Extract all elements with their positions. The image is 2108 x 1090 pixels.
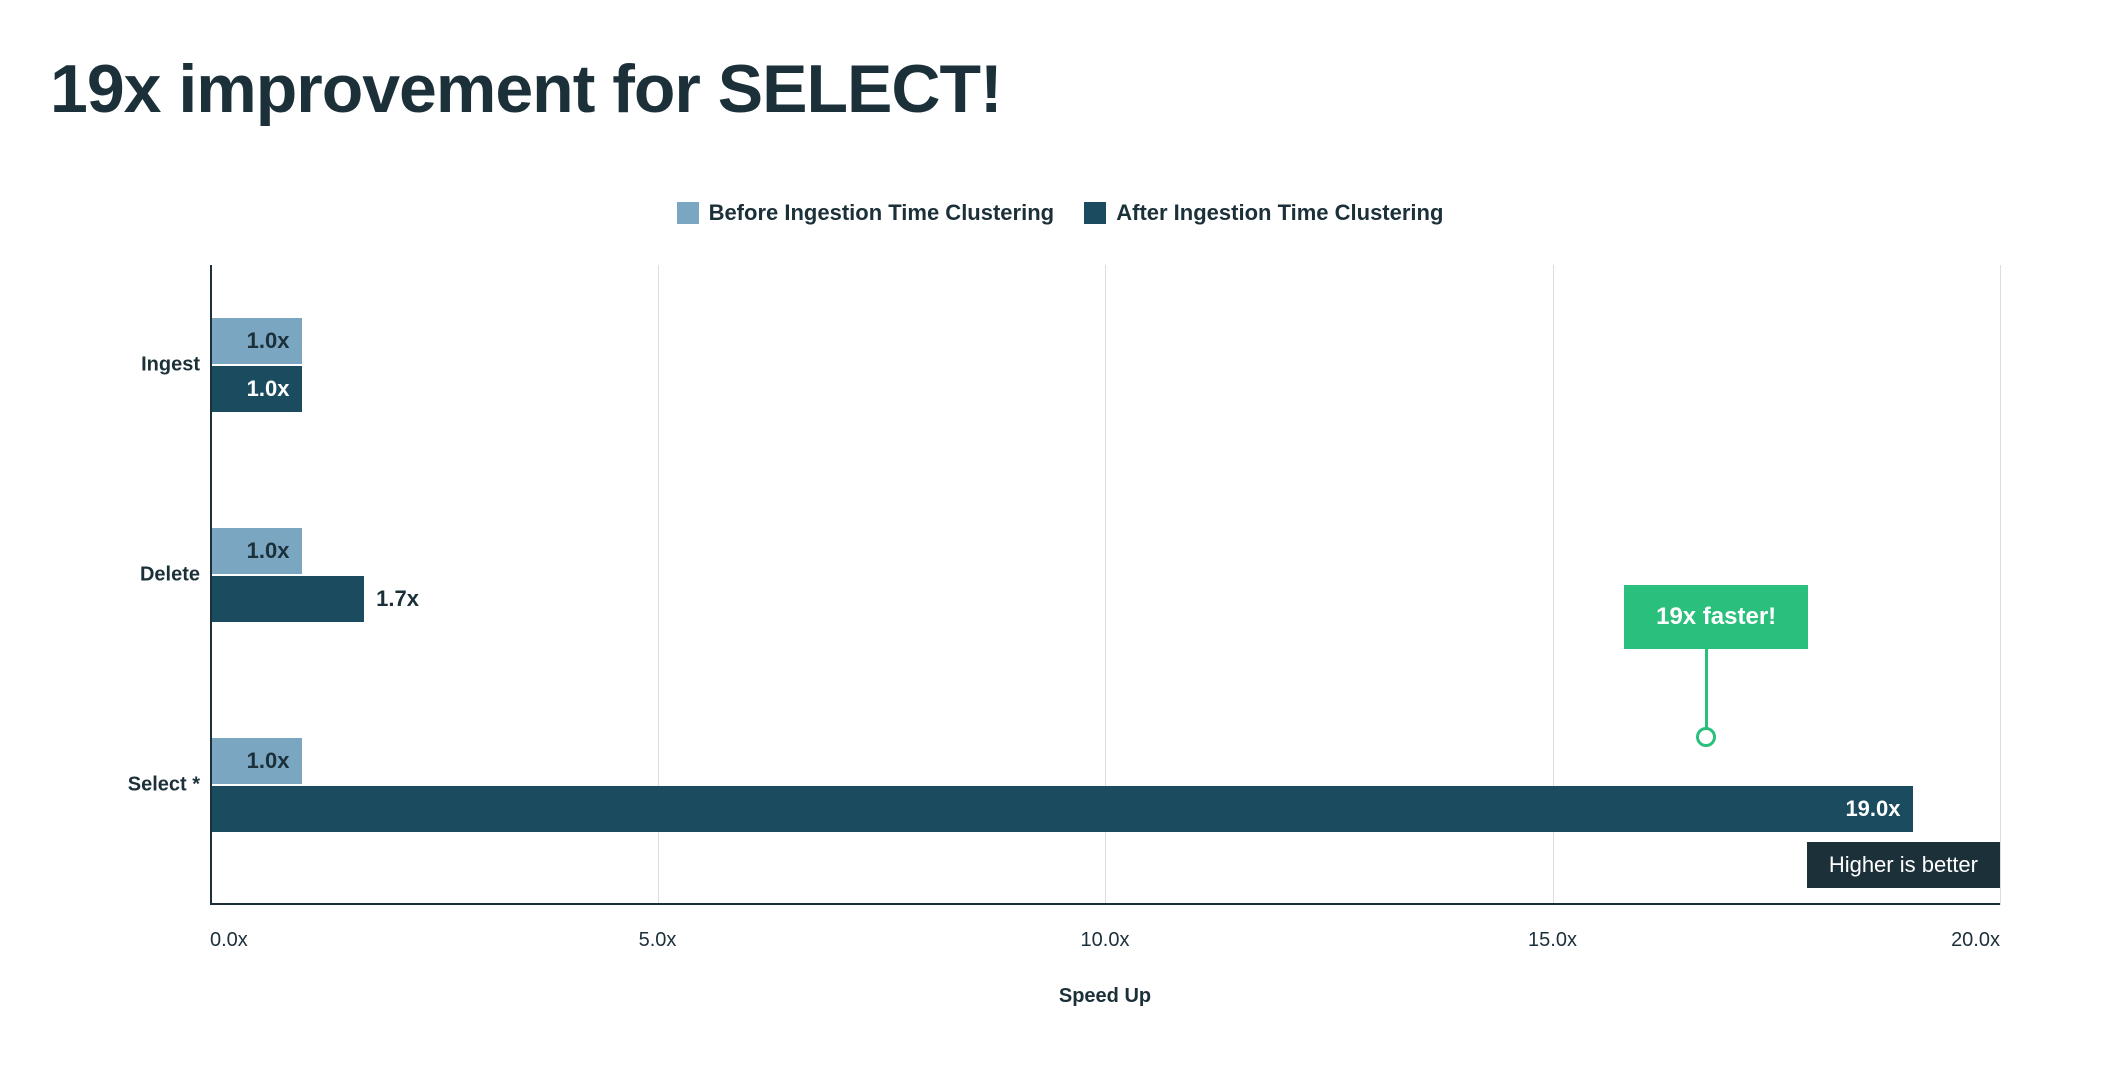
- legend: Before Ingestion Time Clustering After I…: [120, 200, 2000, 230]
- y-tick-select: Select *: [115, 774, 200, 797]
- legend-swatch-before: [677, 202, 699, 224]
- bar-delete-after: 1.7x: [212, 576, 364, 622]
- bar-ingest-before: 1.0x: [212, 318, 302, 364]
- bar-label: 1.0x: [247, 376, 290, 402]
- page: 19x improvement for SELECT! Before Inges…: [0, 0, 2108, 1090]
- y-tick-ingest: Ingest: [115, 354, 200, 377]
- chart: Before Ingestion Time Clustering After I…: [120, 200, 2000, 1060]
- legend-label-before: Before Ingestion Time Clustering: [709, 200, 1055, 226]
- bar-label: 19.0x: [1845, 796, 1900, 822]
- bar-label: 1.0x: [247, 328, 290, 354]
- gridline: [2000, 265, 2001, 905]
- x-tick: 5.0x: [639, 929, 677, 952]
- bar-label: 1.0x: [247, 538, 290, 564]
- bar-label: 1.7x: [376, 586, 419, 612]
- x-tick: 15.0x: [1528, 929, 1577, 952]
- x-tick: 10.0x: [1081, 929, 1130, 952]
- x-axis: [210, 903, 2000, 905]
- y-tick-delete: Delete: [115, 564, 200, 587]
- plot-area: Ingest Delete Select * 1.0x 1.0x 1.0x 1.…: [210, 265, 2000, 905]
- legend-label-after: After Ingestion Time Clustering: [1116, 200, 1443, 226]
- annotation-dot: [1696, 727, 1716, 747]
- x-axis-title: Speed Up: [210, 985, 2000, 1008]
- bar-delete-before: 1.0x: [212, 528, 302, 574]
- higher-is-better-badge: Higher is better: [1807, 842, 2000, 888]
- bar-select-before: 1.0x: [212, 738, 302, 784]
- x-tick: 20.0x: [1951, 929, 2000, 952]
- legend-swatch-after: [1084, 202, 1106, 224]
- page-title: 19x improvement for SELECT!: [50, 50, 1002, 128]
- bar-label: 1.0x: [247, 748, 290, 774]
- legend-item-after: After Ingestion Time Clustering: [1084, 200, 1443, 226]
- bar-ingest-after: 1.0x: [212, 366, 302, 412]
- bar-select-after: 19.0x: [212, 786, 1913, 832]
- annotation-line: [1705, 647, 1708, 737]
- annotation-callout: 19x faster!: [1624, 585, 1808, 649]
- x-tick: 0.0x: [210, 929, 248, 952]
- legend-item-before: Before Ingestion Time Clustering: [677, 200, 1055, 226]
